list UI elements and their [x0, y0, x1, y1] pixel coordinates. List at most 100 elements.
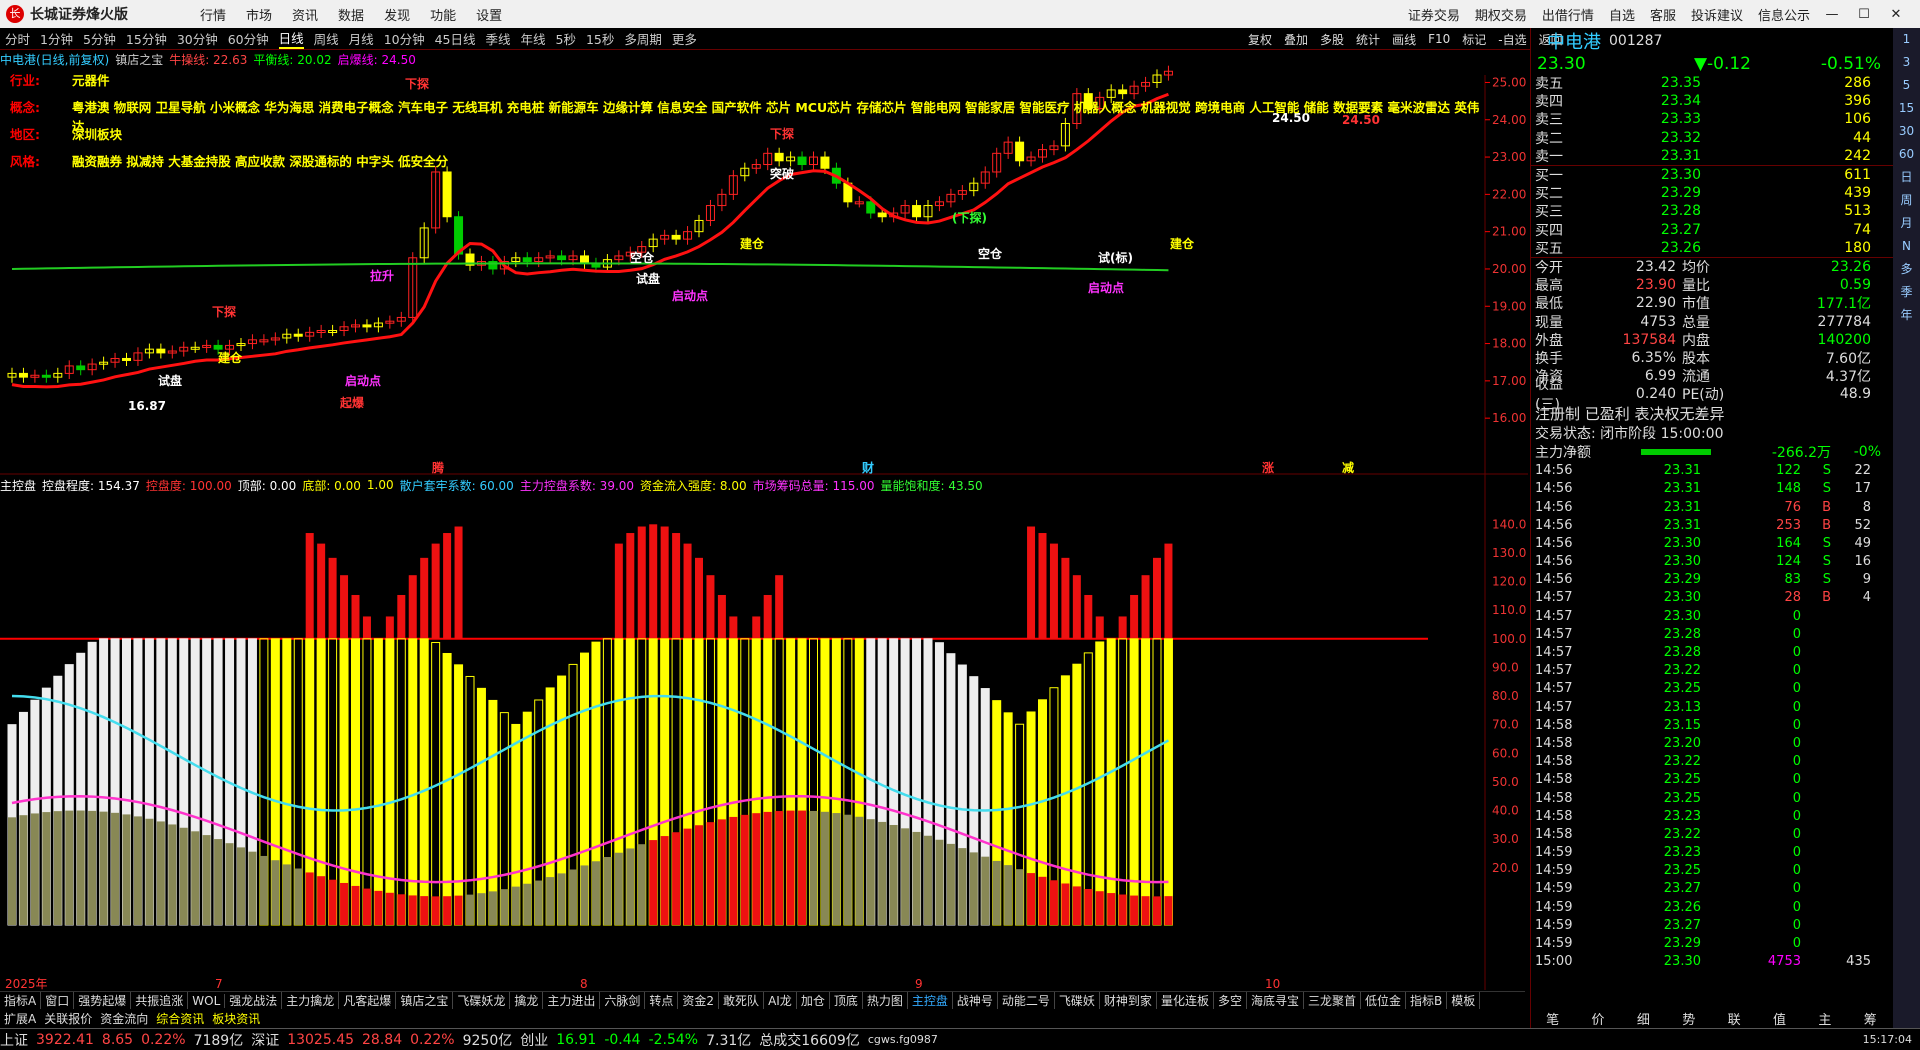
tick-list[interactable]: 14:56 23.31 122 S 22 14:56 23.31 148 S 17 14:56 23.… [1531, 462, 1893, 971]
indicator-tab[interactable]: WOL [188, 993, 226, 1008]
period-strip-item[interactable]: 年 [1893, 304, 1920, 327]
book-row[interactable]: 卖五 23.35 286 [1531, 74, 1893, 92]
indicator-tab[interactable]: 资金2 [678, 992, 720, 1009]
osc-base-bar [878, 821, 887, 925]
right-menu-item[interactable]: 出借行情 [1542, 5, 1594, 24]
indicator-tab[interactable]: 主力擒龙 [282, 992, 340, 1009]
indicator-tab[interactable]: 顶底 [830, 992, 863, 1009]
index-name[interactable]: 创业 [520, 1030, 548, 1050]
tick-row: 14:59 23.27 0 [1531, 880, 1893, 898]
book-row[interactable]: 卖二 23.32 44 [1531, 129, 1893, 147]
quote-tab[interactable]: 主 [1802, 1009, 1847, 1028]
period-strip-item[interactable]: 周 [1893, 189, 1920, 212]
period-strip-item[interactable]: 5 [1893, 74, 1920, 97]
indicator-tab[interactable]: 擒龙 [510, 992, 544, 1009]
period-strip-item[interactable]: N [1893, 235, 1920, 258]
book-row[interactable]: 买五 23.26 180 [1531, 239, 1893, 257]
osc-base-bar [981, 856, 990, 925]
indicator-tab[interactable]: 低位金 [1361, 992, 1407, 1009]
book-row[interactable]: 卖四 23.34 396 [1531, 92, 1893, 110]
osc-base-bar [706, 822, 715, 925]
indicator-tab[interactable]: 指标A [0, 992, 42, 1009]
indicator-tab[interactable]: 动能二号 [998, 992, 1055, 1009]
period-strip-item[interactable]: 30 [1893, 120, 1920, 143]
indicator-tab[interactable]: 强势起爆 [74, 992, 132, 1009]
indicator-tab[interactable]: 指标B [1406, 992, 1448, 1009]
period-strip-item[interactable]: 1 [1893, 28, 1920, 51]
quote-value: 6.99 [1644, 368, 1676, 385]
osc-base-bar [820, 811, 829, 925]
indicator-tab[interactable]: AI龙 [764, 992, 797, 1009]
right-menu-item[interactable]: 信息公示 [1758, 5, 1810, 24]
index-name[interactable]: 深证 [251, 1030, 279, 1050]
extension-tab[interactable]: 关联报价 [40, 1010, 96, 1027]
osc-name[interactable]: 主控盘 [0, 477, 36, 494]
osc-red-bar [1049, 543, 1058, 639]
book-price: 23.33 [1660, 111, 1701, 128]
book-row[interactable]: 买三 23.28 513 [1531, 202, 1893, 220]
indicator-tab[interactable]: 热力图 [863, 992, 908, 1009]
indicator-tab[interactable]: 主力进出 [543, 992, 601, 1009]
candle-body [41, 374, 51, 378]
indicator-tab[interactable]: 海底寻宝 [1247, 992, 1304, 1009]
indicator-tab[interactable]: 多空 [1214, 992, 1247, 1009]
indicator-tab[interactable]: 模板 [1447, 992, 1481, 1009]
quote-tab[interactable]: 联 [1712, 1009, 1757, 1028]
indicator-tab[interactable]: 凡客起爆 [339, 992, 397, 1009]
quote-tab[interactable]: 筹 [1848, 1009, 1893, 1028]
book-row[interactable]: 卖一 23.31 242 [1531, 147, 1893, 165]
period-strip-item[interactable]: 月 [1893, 212, 1920, 235]
right-menu-item[interactable]: 投诉建议 [1691, 5, 1743, 24]
indicator-tab[interactable]: 飞碟妖 [1055, 992, 1100, 1009]
indicator-tab[interactable]: 转点 [645, 992, 679, 1009]
quote-tab[interactable]: 细 [1621, 1009, 1666, 1028]
index-name[interactable]: 上证 [0, 1030, 28, 1050]
indicator-tab[interactable]: 镇店之宝 [396, 992, 454, 1009]
close-icon[interactable]: ✕ [1880, 7, 1912, 22]
indicator-tab[interactable]: 战神号 [953, 992, 998, 1009]
extension-tab[interactable]: 综合资讯 [152, 1010, 208, 1027]
period-strip-item[interactable]: 3 [1893, 51, 1920, 74]
period-strip-item[interactable]: 季 [1893, 281, 1920, 304]
book-row[interactable]: 买四 23.27 74 [1531, 221, 1893, 239]
osc-red-bar [752, 616, 761, 639]
extension-tab[interactable]: 资金流向 [96, 1010, 152, 1027]
minimize-icon[interactable]: — [1816, 7, 1848, 22]
quote-tab[interactable]: 值 [1757, 1009, 1802, 1028]
indicator-tab[interactable]: 敢死队 [719, 992, 765, 1009]
indicator-tab[interactable]: 窗口 [41, 992, 75, 1009]
indicator-tab[interactable]: 加仓 [797, 992, 830, 1009]
osc-base-bar [889, 824, 898, 925]
book-price: 23.35 [1660, 75, 1701, 92]
indicator-tab[interactable]: 飞碟妖龙 [453, 992, 511, 1009]
period-strip-item[interactable]: 15 [1893, 97, 1920, 120]
osc-base-bar [1130, 895, 1139, 925]
osc-bar [1106, 638, 1116, 926]
period-strip-item[interactable]: 日 [1893, 166, 1920, 189]
extension-tab[interactable]: 扩展A [0, 1010, 40, 1027]
tick-count: 49 [1854, 535, 1871, 551]
quote-tab[interactable]: 势 [1666, 1009, 1711, 1028]
period-strip-item[interactable]: 60 [1893, 143, 1920, 166]
quote-tab[interactable]: 价 [1575, 1009, 1620, 1028]
extension-tab[interactable]: 板块资讯 [208, 1010, 264, 1027]
indicator-tab[interactable]: 共振追涨 [131, 992, 189, 1009]
book-label: 买一 [1535, 168, 1563, 185]
book-row[interactable]: 买一 23.30 611 [1531, 166, 1893, 184]
book-row[interactable]: 卖三 23.33 106 [1531, 110, 1893, 128]
indicator-tab[interactable]: 强龙战法 [225, 992, 283, 1009]
right-menu-item[interactable]: 自选 [1609, 5, 1635, 24]
period-strip-item[interactable]: 多 [1893, 258, 1920, 281]
quote-tab[interactable]: 笔 [1530, 1009, 1575, 1028]
indicator-tab[interactable]: 量化连板 [1157, 992, 1214, 1009]
osc-base-bar [546, 877, 555, 925]
indicator-tab[interactable]: 三龙聚首 [1304, 992, 1361, 1009]
book-row[interactable]: 买二 23.29 439 [1531, 184, 1893, 202]
maximize-icon[interactable]: ☐ [1848, 7, 1880, 22]
right-menu-item[interactable]: 客服 [1650, 5, 1676, 24]
indicator-tab[interactable]: 财神到家 [1100, 992, 1157, 1009]
indicator-tab[interactable]: 六脉剑 [600, 992, 646, 1009]
osc-base-bar [569, 869, 578, 925]
indicator-tab[interactable]: 主控盘 [908, 992, 953, 1009]
concept-label: 风格: [10, 154, 40, 169]
